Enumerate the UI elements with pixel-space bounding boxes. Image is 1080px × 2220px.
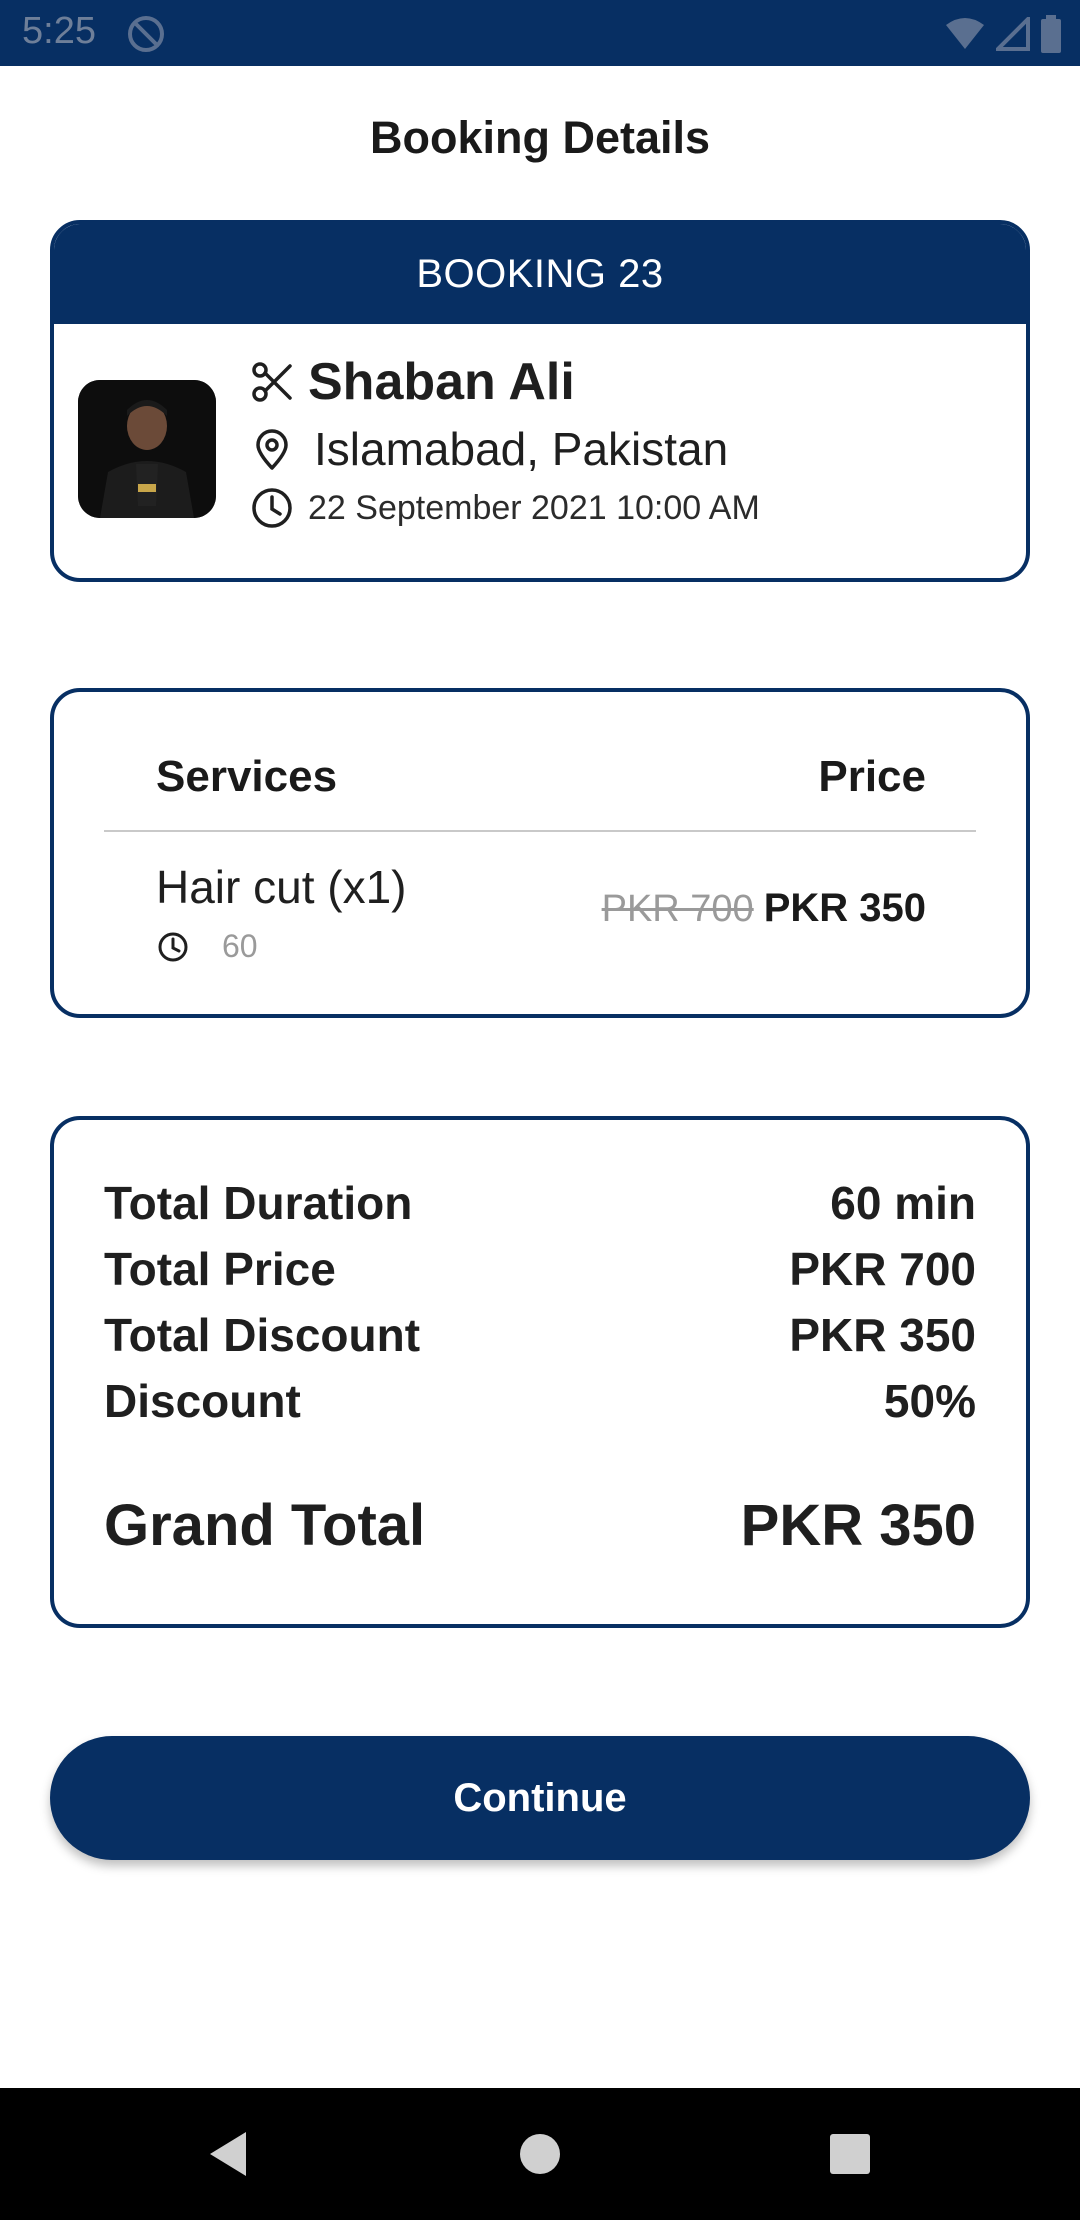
total-duration-label: Total Duration — [104, 1177, 413, 1229]
total-discount-label: Total Discount — [104, 1309, 421, 1361]
grand-total-row: Grand Total PKR 350 — [104, 1492, 976, 1559]
scissors-icon — [250, 360, 294, 404]
service-name: Hair cut (x1) — [156, 861, 407, 913]
total-duration-value: 60 min — [830, 1177, 976, 1229]
booking-card: BOOKING 23 Shaban Ali Islamabad, Pakista… — [50, 220, 1030, 582]
continue-button[interactable]: Continue — [50, 1736, 1030, 1860]
clock-icon — [158, 932, 188, 961]
avatar — [78, 380, 216, 518]
clock-icon — [250, 486, 294, 530]
service-new-price: PKR 350 — [763, 886, 926, 930]
dnd-icon — [128, 16, 164, 52]
back-icon[interactable] — [200, 2124, 260, 2184]
service-old-price: PKR 700 — [601, 888, 754, 930]
total-discount-value: PKR 350 — [789, 1309, 976, 1361]
total-discount-row: Total Discount PKR 350 — [104, 1308, 976, 1362]
location-row: Islamabad, Pakistan — [250, 422, 728, 476]
status-icons — [944, 12, 1062, 56]
service-duration-value: 60 — [222, 928, 258, 964]
system-nav-bar — [0, 2088, 1080, 2220]
barber-name: Shaban Ali — [308, 353, 575, 411]
avatar-photo — [78, 380, 216, 518]
barber-name-row: Shaban Ali — [250, 352, 575, 412]
services-header: Services — [156, 752, 338, 801]
price-header: Price — [818, 752, 926, 801]
service-duration: 60 — [156, 928, 258, 965]
location-text: Islamabad, Pakistan — [314, 423, 729, 475]
status-bar: 5:25 — [0, 0, 1080, 66]
discount-label: Discount — [104, 1375, 301, 1427]
services-card: Services Price Hair cut (x1) 60 PKR 700 … — [50, 688, 1030, 1018]
signal-icon — [996, 17, 1030, 51]
totals-card: Total Duration 60 min Total Price PKR 70… — [50, 1116, 1030, 1628]
datetime-text: 22 September 2021 10:00 AM — [308, 488, 760, 527]
home-icon[interactable] — [510, 2124, 570, 2184]
total-duration-row: Total Duration 60 min — [104, 1176, 976, 1230]
total-price-row: Total Price PKR 700 — [104, 1242, 976, 1296]
recent-apps-icon[interactable] — [820, 2124, 880, 2184]
datetime-row: 22 September 2021 10:00 AM — [250, 486, 760, 530]
total-price-label: Total Price — [104, 1243, 336, 1295]
service-price: PKR 700 PKR 350 — [602, 886, 926, 931]
discount-value: 50% — [883, 1375, 976, 1427]
grand-total-label: Grand Total — [104, 1493, 426, 1558]
page-title: Booking Details — [369, 112, 711, 163]
divider — [104, 830, 976, 832]
grand-total-value: PKR 350 — [740, 1493, 976, 1558]
status-time: 5:25 — [22, 10, 96, 52]
total-price-value: PKR 700 — [789, 1243, 976, 1295]
discount-row: Discount 50% — [104, 1374, 976, 1428]
wifi-icon — [946, 18, 984, 49]
booking-header: BOOKING 23 — [54, 224, 1026, 324]
battery-icon — [1041, 15, 1061, 53]
location-pin-icon — [250, 427, 294, 471]
